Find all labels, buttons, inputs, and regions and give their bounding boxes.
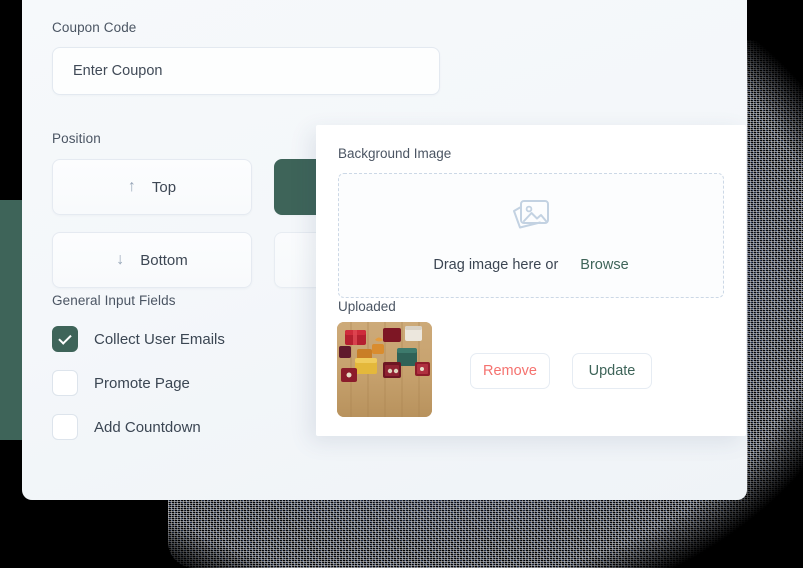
- checkbox-collect-user-emails[interactable]: [52, 326, 78, 352]
- coupon-code-input[interactable]: Enter Coupon: [52, 47, 440, 95]
- arrow-up-icon: ↑: [127, 178, 136, 195]
- checkbox-label-promote-page: Promote Page: [94, 374, 190, 392]
- image-dropzone[interactable]: Drag image here or Browse: [338, 173, 724, 298]
- general-input-fields-group: General Input Fields Collect User Emails…: [52, 293, 225, 440]
- coupon-code-label: Coupon Code: [52, 20, 137, 35]
- general-input-fields-label: General Input Fields: [52, 293, 176, 308]
- dropzone-text-row: Drag image here or Browse: [433, 257, 628, 273]
- position-option-bottom[interactable]: ↓ Bottom: [52, 232, 252, 288]
- uploaded-image-thumbnail[interactable]: [337, 322, 432, 417]
- background-image-panel: Background Image Drag image here or Brow…: [316, 125, 746, 436]
- position-option-bottom-label: Bottom: [140, 251, 188, 269]
- browse-link[interactable]: Browse: [580, 257, 628, 273]
- remove-image-button[interactable]: Remove: [470, 353, 550, 389]
- position-option-top[interactable]: ↑ Top: [52, 159, 252, 215]
- checkbox-label-collect-user-emails: Collect User Emails: [94, 330, 225, 348]
- checkbox-add-countdown[interactable]: [52, 414, 78, 440]
- coupon-code-field-group: Coupon Code Enter Coupon: [52, 20, 442, 95]
- image-stack-icon: [508, 198, 554, 243]
- checkbox-promote-page[interactable]: [52, 370, 78, 396]
- checkbox-label-add-countdown: Add Countdown: [94, 418, 201, 436]
- checkbox-row-add-countdown[interactable]: Add Countdown: [52, 414, 225, 440]
- arrow-down-icon: ↓: [116, 251, 125, 268]
- coupon-code-placeholder: Enter Coupon: [73, 63, 163, 79]
- background-image-title: Background Image: [338, 146, 452, 161]
- thumbnail-artwork: [337, 322, 432, 417]
- checkbox-row-collect-user-emails[interactable]: Collect User Emails: [52, 326, 225, 352]
- update-image-button[interactable]: Update: [572, 353, 652, 389]
- screenshot-stage: Coupon Code Enter Coupon Position ↑ Top …: [0, 0, 803, 568]
- checkbox-row-promote-page[interactable]: Promote Page: [52, 370, 225, 396]
- dropzone-instruction: Drag image here or: [433, 257, 559, 273]
- position-option-top-label: Top: [151, 178, 177, 196]
- uploaded-label: Uploaded: [338, 299, 396, 314]
